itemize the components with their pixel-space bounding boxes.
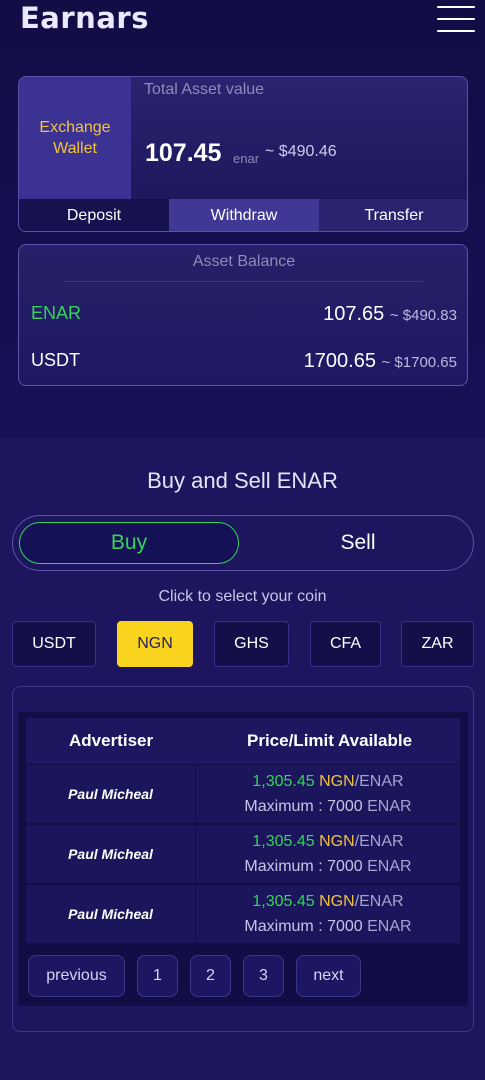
balance-amount: 107.65 ~ $490.83 xyxy=(323,303,457,326)
wallet-actions: Deposit Withdraw Transfer xyxy=(19,199,467,231)
advertiser-name[interactable]: Paul Micheal xyxy=(26,885,196,943)
wallet-label-line1: Exchange xyxy=(39,119,111,136)
buy-sell-toggle: Buy Sell xyxy=(12,515,474,571)
table-row[interactable]: Paul Micheal 1,305.45 NGN/ENAR Maximum :… xyxy=(26,825,460,883)
limit-cell: Maximum : 7000 ENAR xyxy=(196,918,460,936)
table-header: Advertiser Price/Limit Available xyxy=(26,718,460,764)
balance-coin-name: ENAR xyxy=(31,303,82,323)
total-asset-unit: enar xyxy=(233,151,260,166)
price-currency: NGN xyxy=(319,773,355,790)
balance-coin-name: USDT xyxy=(31,350,80,370)
balance-row-usdt: USDT 1700.65 ~ $1700.65 xyxy=(31,350,457,378)
next-page-button[interactable]: next xyxy=(296,955,361,997)
wallet-label-line2: Wallet xyxy=(53,140,97,157)
advertiser-header: Advertiser xyxy=(69,731,154,750)
limit-label: Maximum : 7000 xyxy=(244,918,363,935)
divider xyxy=(63,281,423,282)
limit-cell: Maximum : 7000 ENAR xyxy=(196,858,460,876)
page-1-button[interactable]: 1 xyxy=(137,955,178,997)
balance-usd: ~ $1700.65 xyxy=(381,354,458,371)
price-unit: /ENAR xyxy=(354,893,404,910)
asset-balance-title: Asset Balance xyxy=(192,253,296,270)
advertiser-name[interactable]: Paul Micheal xyxy=(26,765,196,823)
limit-label: Maximum : 7000 xyxy=(244,858,363,875)
price-currency: NGN xyxy=(319,893,355,910)
menu-line xyxy=(437,30,475,32)
total-asset-value: 107.45 xyxy=(145,139,222,167)
menu-line xyxy=(437,6,475,8)
price-currency: NGN xyxy=(319,833,355,850)
page-3-button[interactable]: 3 xyxy=(243,955,284,997)
limit-unit: ENAR xyxy=(367,858,412,875)
price-value: 1,305.45 xyxy=(252,773,315,790)
sell-tab[interactable]: Sell xyxy=(247,522,469,564)
balance-usd: ~ $490.83 xyxy=(389,307,457,324)
balance-amount: 1700.65 ~ $1700.65 xyxy=(304,350,457,373)
asset-balance-card: Asset Balance ENAR 107.65 ~ $490.83 USDT… xyxy=(18,244,468,386)
balance-amount-value: 1700.65 xyxy=(303,350,376,372)
price-cell: 1,305.45 NGN/ENAR xyxy=(196,893,460,911)
balance-row-enar: ENAR 107.65 ~ $490.83 xyxy=(31,303,457,331)
price-limit-header: Price/Limit Available xyxy=(247,731,413,750)
exchange-wallet-card: Exchange Wallet Total Asset value 107.45… xyxy=(18,76,468,232)
limit-label: Maximum : 7000 xyxy=(244,798,363,815)
price-unit: /ENAR xyxy=(354,773,404,790)
table-row[interactable]: Paul Micheal 1,305.45 NGN/ENAR Maximum :… xyxy=(26,885,460,943)
exchange-wallet-label: Exchange Wallet xyxy=(19,77,131,199)
coin-zar-button[interactable]: ZAR xyxy=(401,621,474,667)
limit-unit: ENAR xyxy=(367,918,412,935)
balance-amount-value: 107.65 xyxy=(323,303,385,325)
advertiser-name[interactable]: Paul Micheal xyxy=(26,825,196,883)
total-asset-usd: ~ $490.46 xyxy=(265,143,337,160)
total-asset-title: Total Asset value xyxy=(144,81,265,98)
buy-sell-title: Buy and Sell ENAR xyxy=(147,468,338,493)
price-unit: /ENAR xyxy=(354,833,404,850)
price-cell: 1,305.45 NGN/ENAR xyxy=(196,773,460,791)
deposit-button[interactable]: Deposit xyxy=(19,199,169,231)
menu-line xyxy=(437,18,475,20)
buy-tab[interactable]: Buy xyxy=(19,522,239,564)
coin-cfa-button[interactable]: CFA xyxy=(310,621,381,667)
withdraw-button[interactable]: Withdraw xyxy=(169,199,319,231)
limit-unit: ENAR xyxy=(367,798,412,815)
coin-ghs-button[interactable]: GHS xyxy=(214,621,289,667)
app-logo[interactable]: Earnars xyxy=(20,0,149,36)
price-value: 1,305.45 xyxy=(252,833,315,850)
coin-ngn-button[interactable]: NGN xyxy=(117,621,193,667)
price-value: 1,305.45 xyxy=(252,893,315,910)
transfer-button[interactable]: Transfer xyxy=(319,199,467,231)
table-row[interactable]: Paul Micheal 1,305.45 NGN/ENAR Maximum :… xyxy=(26,765,460,823)
coin-select-hint: Click to select your coin xyxy=(158,588,327,605)
page-2-button[interactable]: 2 xyxy=(190,955,231,997)
limit-cell: Maximum : 7000 ENAR xyxy=(196,798,460,816)
coin-usdt-button[interactable]: USDT xyxy=(12,621,96,667)
price-cell: 1,305.45 NGN/ENAR xyxy=(196,833,460,851)
previous-page-button[interactable]: previous xyxy=(28,955,125,997)
hamburger-menu-icon[interactable] xyxy=(437,4,475,34)
